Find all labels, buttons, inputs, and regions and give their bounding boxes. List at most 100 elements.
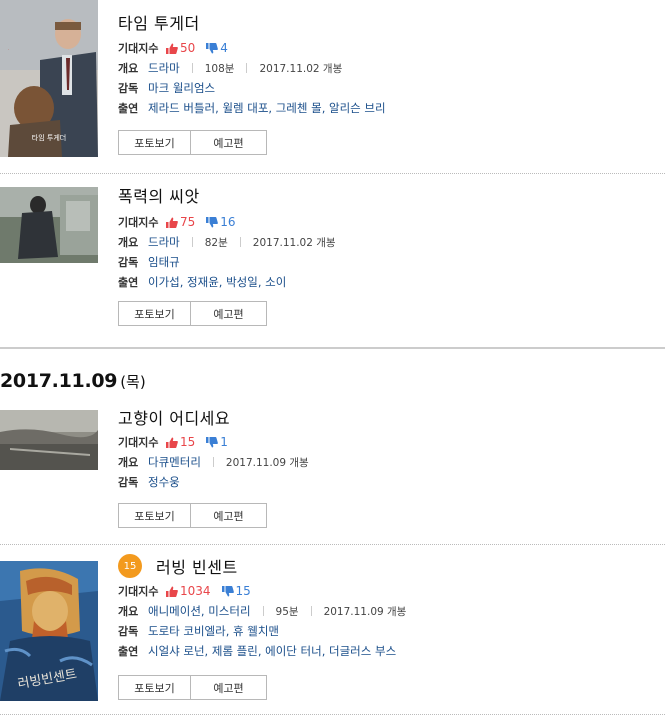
like-button[interactable]: 50	[166, 41, 195, 55]
divider	[246, 63, 248, 73]
cast-links[interactable]: 제라드 버틀러, 윌렘 대포, 그레첸 몰, 알리슨 브리	[148, 100, 386, 116]
director-row: 감독 마크 윌리엄스	[118, 78, 658, 98]
director-link[interactable]: 도로타 코비엘라, 휴 웰치맨	[148, 623, 279, 639]
age-rating-badge: 15	[118, 554, 142, 578]
thumbs-down-icon	[206, 436, 219, 447]
cast-label: 출연	[118, 276, 139, 289]
outline-row: 개요 드라마 82분 2017.11.02 개봉	[118, 232, 658, 252]
trailer-button[interactable]: 예고편	[191, 503, 267, 528]
cast-row: 출연 제라드 버틀러, 윌렘 대포, 그레첸 몰, 알리슨 브리	[118, 98, 658, 118]
director-label: 감독	[118, 256, 139, 269]
movie-poster[interactable]	[0, 410, 98, 470]
director-row: 감독 임태규	[118, 252, 658, 272]
director-link[interactable]: 정수웅	[148, 474, 180, 490]
runtime: 108분	[204, 62, 235, 75]
runtime: 95분	[275, 605, 299, 618]
thumbs-down-icon	[206, 216, 219, 227]
divider	[212, 457, 214, 467]
thumbs-up-icon	[166, 437, 178, 448]
cast-label: 출연	[118, 645, 139, 658]
expectation-label: 기대지수	[118, 216, 159, 229]
outline-label: 개요	[118, 456, 139, 469]
expectation-label: 기대지수	[118, 585, 159, 598]
section-weekday: (목)	[120, 373, 146, 391]
action-buttons: 포토보기 예고편	[118, 130, 267, 155]
divider	[262, 606, 264, 616]
outline-row: 개요 애니메이션, 미스터리 95분 2017.11.09 개봉	[118, 601, 658, 621]
action-buttons: 포토보기 예고편	[118, 675, 267, 700]
outline-label: 개요	[118, 605, 139, 618]
trailer-button[interactable]: 예고편	[191, 301, 267, 326]
movie-title[interactable]: 고향이 어디세요	[118, 405, 230, 429]
dislike-count: 15	[235, 584, 251, 598]
outline-row: 개요 다큐멘터리 2017.11.09 개봉	[118, 452, 658, 472]
expectation-label: 기대지수	[118, 42, 159, 55]
outline-label: 개요	[118, 236, 139, 249]
photo-view-button[interactable]: 포토보기	[118, 301, 191, 326]
thumbs-down-icon	[221, 585, 234, 596]
genre-link[interactable]: 애니메이션, 미스터리	[148, 603, 251, 619]
thumbs-up-icon	[166, 217, 178, 228]
genre-link[interactable]: 드라마	[148, 60, 180, 76]
release-date: 2017.11.02 개봉	[259, 62, 343, 75]
cast-row: 출연 시얼샤 로넌, 제롬 플린, 에이단 터너, 더글러스 부스	[118, 641, 658, 661]
trailer-button[interactable]: 예고편	[191, 675, 267, 700]
divider	[0, 173, 665, 174]
thumbs-up-icon	[166, 586, 178, 597]
like-count: 75	[180, 215, 196, 229]
divider	[310, 606, 312, 616]
release-date-header: 2017.11.09 (목)	[0, 370, 146, 398]
dislike-button[interactable]: 16	[206, 215, 236, 229]
outline-row: 개요 드라마 108분 2017.11.02 개봉	[118, 58, 658, 78]
movie-poster[interactable]: 러빙빈센트	[0, 561, 98, 701]
cast-row: 출연 이가섭, 정재윤, 박성일, 소이	[118, 272, 658, 292]
expectation-row: 기대지수 15 1	[118, 432, 658, 452]
genre-link[interactable]: 다큐멘터리	[148, 454, 201, 470]
thumbs-down-icon	[206, 42, 219, 53]
divider	[0, 544, 665, 545]
divider	[191, 63, 193, 73]
cast-links[interactable]: 시얼샤 로넌, 제롬 플린, 에이단 터너, 더글러스 부스	[148, 643, 396, 659]
cast-label: 출연	[118, 102, 139, 115]
director-link[interactable]: 임태규	[148, 254, 180, 270]
photo-view-button[interactable]: 포토보기	[118, 503, 191, 528]
director-label: 감독	[118, 476, 139, 489]
movie-title[interactable]: 폭력의 씨앗	[118, 183, 200, 207]
release-date: 2017.11.09 개봉	[323, 605, 407, 618]
divider	[0, 714, 665, 715]
expectation-row: 기대지수 50 4	[118, 38, 658, 58]
dislike-count: 1	[220, 435, 228, 449]
director-row: 감독 정수웅	[118, 472, 658, 492]
like-count: 1034	[180, 584, 211, 598]
expectation-row: 기대지수 75 16	[118, 212, 658, 232]
like-count: 15	[180, 435, 196, 449]
director-link[interactable]: 마크 윌리엄스	[148, 80, 215, 96]
dislike-button[interactable]: 1	[206, 435, 228, 449]
cast-links[interactable]: 이가섭, 정재윤, 박성일, 소이	[148, 274, 286, 290]
like-button[interactable]: 15	[166, 435, 195, 449]
movie-title[interactable]: 러빙 빈센트	[156, 554, 238, 578]
poster-title-text: 타임 투게더	[32, 133, 66, 142]
svg-text:-: -	[8, 47, 9, 51]
action-buttons: 포토보기 예고편	[118, 503, 267, 528]
like-count: 50	[180, 41, 196, 55]
photo-view-button[interactable]: 포토보기	[118, 675, 191, 700]
divider	[239, 237, 241, 247]
photo-view-button[interactable]: 포토보기	[118, 130, 191, 155]
dislike-count: 16	[220, 215, 236, 229]
dislike-button[interactable]: 15	[221, 584, 251, 598]
movie-poster[interactable]	[0, 187, 98, 263]
thumbs-up-icon	[166, 43, 178, 54]
runtime: 82분	[204, 236, 228, 249]
trailer-button[interactable]: 예고편	[191, 130, 267, 155]
like-button[interactable]: 1034	[166, 584, 211, 598]
genre-link[interactable]: 드라마	[148, 234, 180, 250]
expectation-label: 기대지수	[118, 436, 159, 449]
action-buttons: 포토보기 예고편	[118, 301, 267, 326]
director-label: 감독	[118, 625, 139, 638]
movie-title[interactable]: 타임 투게더	[118, 10, 200, 34]
section-date: 2017.11.09	[0, 370, 118, 392]
like-button[interactable]: 75	[166, 215, 195, 229]
movie-poster[interactable]: 타임 투게더 -	[0, 0, 98, 157]
dislike-button[interactable]: 4	[206, 41, 228, 55]
